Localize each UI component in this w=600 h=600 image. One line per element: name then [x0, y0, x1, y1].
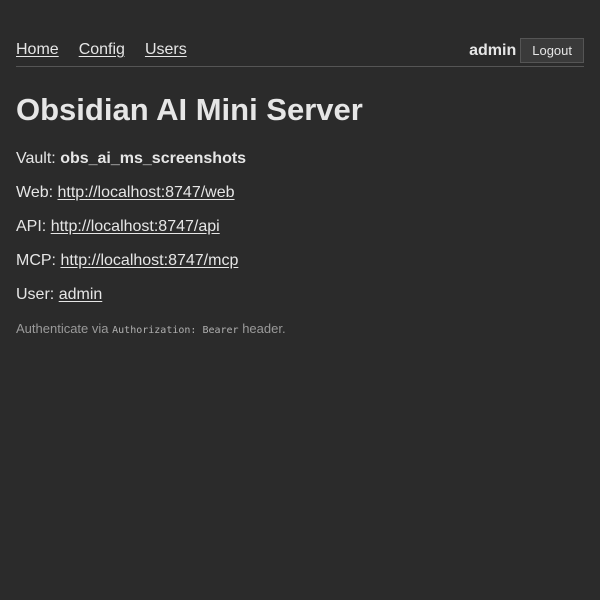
- vault-label: Vault:: [16, 150, 56, 167]
- server-info: Vault: obs_ai_ms_screenshots Web: http:/…: [16, 149, 286, 355]
- auth-note-prefix: Authenticate via: [16, 321, 109, 336]
- page-title: Obsidian AI Mini Server: [16, 92, 363, 127]
- mcp-label: MCP:: [16, 252, 56, 269]
- nav-users-link[interactable]: Users: [145, 39, 187, 61]
- api-url-link[interactable]: http://localhost:8747/api: [51, 218, 220, 235]
- auth-note-suffix: header.: [242, 321, 286, 336]
- user-label: User:: [16, 286, 55, 303]
- web-row: Web: http://localhost:8747/web: [16, 183, 286, 203]
- mcp-row: MCP: http://localhost:8747/mcp: [16, 251, 286, 271]
- auth-header-code: Authorization: Bearer: [112, 325, 239, 336]
- account-area: admin Logout: [469, 38, 584, 63]
- web-label: Web:: [16, 184, 54, 201]
- nav-config-link[interactable]: Config: [79, 39, 125, 61]
- web-url-link[interactable]: http://localhost:8747/web: [58, 184, 235, 201]
- api-label: API:: [16, 218, 47, 235]
- user-row: User: admin: [16, 285, 286, 305]
- main-nav: Home Config Users: [16, 38, 187, 61]
- vault-row: Vault: obs_ai_ms_screenshots: [16, 149, 286, 169]
- top-nav-bar: Home Config Users admin Logout: [16, 38, 584, 67]
- auth-note: Authenticate via Authorization: Bearer h…: [16, 319, 286, 341]
- user-link[interactable]: admin: [59, 286, 103, 303]
- logout-button[interactable]: Logout: [520, 38, 584, 63]
- page: Home Config Users admin Logout Obsidian …: [0, 0, 600, 600]
- vault-value: obs_ai_ms_screenshots: [60, 150, 247, 167]
- current-username: admin: [469, 42, 517, 59]
- api-row: API: http://localhost:8747/api: [16, 217, 286, 237]
- mcp-url-link[interactable]: http://localhost:8747/mcp: [60, 252, 238, 269]
- nav-home-link[interactable]: Home: [16, 39, 59, 61]
